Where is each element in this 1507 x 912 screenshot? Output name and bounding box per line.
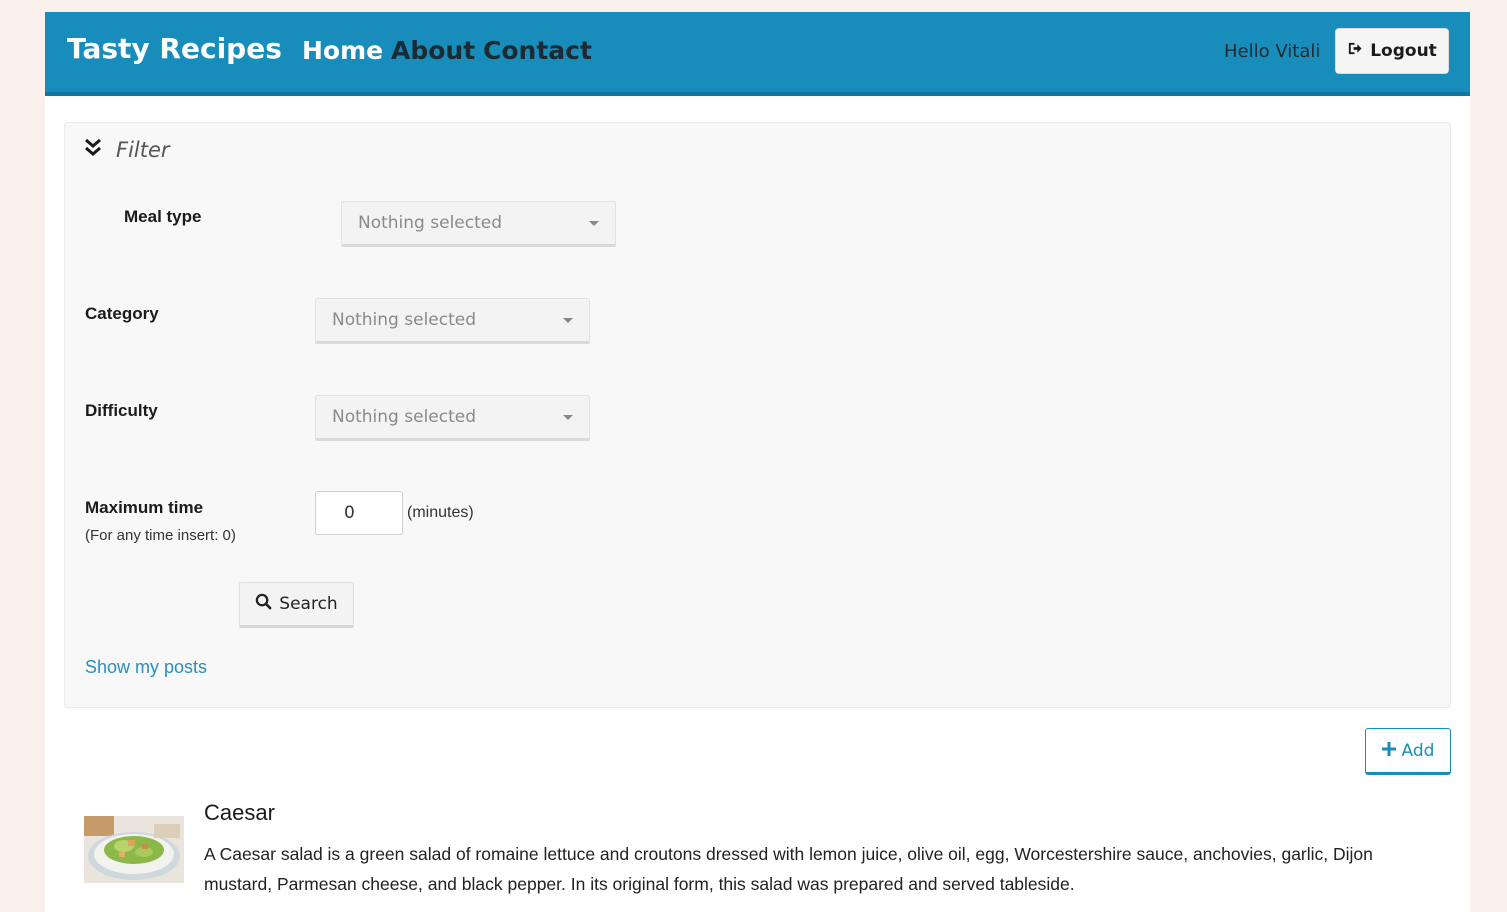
- double-chevron-down-icon: [84, 137, 102, 163]
- navbar: Tasty Recipes Home About Contact Hello V…: [45, 12, 1470, 96]
- filter-title: Filter: [116, 138, 170, 162]
- brand-logo[interactable]: Tasty Recipes: [67, 32, 282, 65]
- recipe-title[interactable]: Caesar: [204, 800, 275, 826]
- caret-down-icon: [563, 318, 573, 323]
- filter-toggle[interactable]: Filter: [84, 137, 170, 163]
- search-icon: [255, 593, 272, 615]
- nav-link-home[interactable]: Home: [302, 36, 383, 65]
- page-container: Tasty Recipes Home About Contact Hello V…: [45, 12, 1470, 912]
- difficulty-label: Difficulty: [85, 401, 158, 420]
- caret-down-icon: [563, 415, 573, 420]
- category-select[interactable]: Nothing selected: [315, 298, 590, 344]
- logout-button[interactable]: Logout: [1335, 28, 1449, 74]
- user-greeting: Hello Vitali: [1224, 41, 1321, 62]
- category-label: Category: [85, 304, 159, 323]
- meal-type-select[interactable]: Nothing selected: [341, 201, 616, 247]
- logout-label: Logout: [1370, 41, 1437, 61]
- max-time-hint: (For any time insert: 0): [85, 527, 236, 544]
- recipe-description: A Caesar salad is a green salad of romai…: [204, 844, 1373, 894]
- difficulty-select[interactable]: Nothing selected: [315, 395, 590, 441]
- search-label: Search: [279, 594, 338, 614]
- search-button[interactable]: Search: [239, 582, 354, 628]
- max-time-input[interactable]: [315, 491, 403, 535]
- plus-icon: [1381, 741, 1396, 761]
- show-my-posts-link[interactable]: Show my posts: [85, 657, 207, 678]
- max-time-unit: (minutes): [407, 504, 474, 521]
- recipe-thumbnail[interactable]: [84, 816, 184, 883]
- caret-down-icon: [589, 221, 599, 226]
- filter-panel: Filter Meal type Nothing selected Catego…: [64, 122, 1451, 708]
- logout-icon: [1347, 41, 1362, 61]
- meal-type-value: Nothing selected: [358, 213, 503, 233]
- nav-link-about[interactable]: About: [391, 36, 475, 65]
- add-label: Add: [1401, 740, 1435, 761]
- category-value: Nothing selected: [332, 310, 477, 330]
- difficulty-value: Nothing selected: [332, 407, 477, 427]
- meal-type-label: Meal type: [124, 207, 202, 226]
- max-time-label: Maximum time: [85, 498, 204, 517]
- nav-link-contact[interactable]: Contact: [483, 36, 592, 65]
- add-button[interactable]: Add: [1365, 728, 1451, 775]
